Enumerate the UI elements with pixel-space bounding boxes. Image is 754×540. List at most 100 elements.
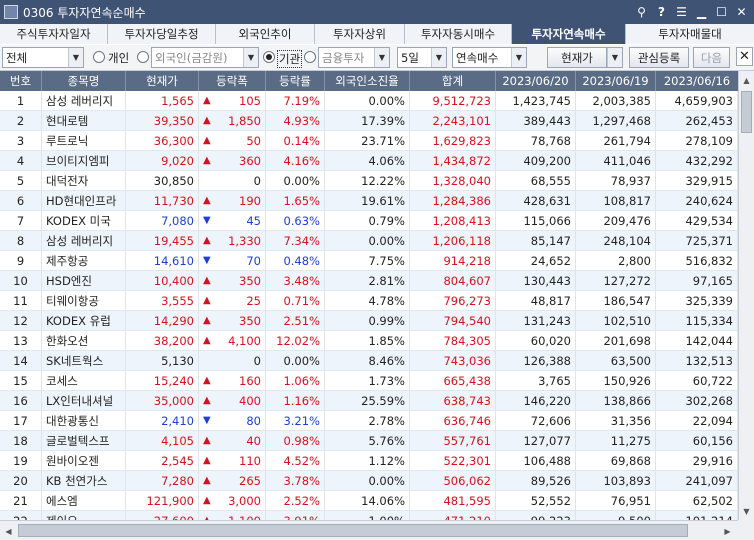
cell-d2: 1,297,468 <box>576 111 656 130</box>
price-button[interactable]: 현재가 <box>547 47 607 68</box>
table-row[interactable]: 22제이오27,600▲1,1003.91%1.00%471,21099,223… <box>0 511 738 520</box>
table-row[interactable]: 1 삼성 레버리지 1,565 ▲ 105 7.19% 0.00% 9,512,723 1,42… <box>0 91 738 111</box>
cell-d1: 130,443 <box>496 271 576 290</box>
cell-foreign: 17.39% <box>325 111 410 130</box>
close-icon[interactable]: ✕ <box>733 4 750 21</box>
institution-select[interactable]: 금융투자 ▼ <box>318 47 390 68</box>
up-triangle-icon: ▲ <box>203 435 211 446</box>
cell-change: ▲ 40 <box>199 431 266 450</box>
col-header-d2[interactable]: 2023/06/19 <box>576 71 656 91</box>
maximize-icon[interactable]: ☐ <box>713 4 730 21</box>
cell-sum: 506,062 <box>410 471 496 490</box>
minimize-icon[interactable]: ▁ <box>693 4 710 21</box>
cell-d1: 99,223 <box>496 511 576 520</box>
col-header-name[interactable]: 종목명 <box>42 71 126 91</box>
radio-institution[interactable] <box>263 51 275 63</box>
cell-d2: 201,698 <box>576 331 656 350</box>
horizontal-scrollbar[interactable]: ◀ ▶ <box>0 520 738 540</box>
tab-foreign-trend[interactable]: 외국인추이 <box>216 24 315 44</box>
price-dropdown[interactable]: ▼ <box>607 47 623 68</box>
table-row[interactable]: 4 브이티지엠피 9,020 ▲ 360 4.16% 4.06% 1,434,872 409,2… <box>0 151 738 171</box>
radio-individual[interactable] <box>93 51 105 63</box>
radio-foreign[interactable] <box>137 51 149 63</box>
cell-d2: 261,794 <box>576 131 656 150</box>
scroll-up-icon[interactable]: ▲ <box>739 72 754 88</box>
table-row[interactable]: 17 대한광통신 2,410 ▼ 80 3.21% 2.78% 636,746 72,606 31… <box>0 411 738 431</box>
change-value: 350 <box>239 273 261 288</box>
table-row[interactable]: 18 글로벌텍스프 4,105 ▲ 40 0.98% 5.76% 557,761 127,077… <box>0 431 738 451</box>
menu-icon[interactable]: ☰ <box>673 4 690 21</box>
cell-d1: 389,443 <box>496 111 576 130</box>
tab-simultaneous-buy[interactable]: 투자자동시매수 <box>405 24 512 44</box>
help-icon[interactable]: ? <box>653 4 670 21</box>
cell-name: 대덕전자 <box>42 171 126 190</box>
table-row[interactable]: 3 루트로닉 36,300 ▲ 50 0.14% 23.71% 1,629,823 78,768… <box>0 131 738 151</box>
col-header-rate[interactable]: 등락률 <box>266 71 325 91</box>
cell-rate: 4.16% <box>266 151 325 170</box>
cell-no: 2 <box>0 111 42 130</box>
tab-intraday-estimate[interactable]: 투자자당일추정 <box>108 24 216 44</box>
cell-foreign: 19.61% <box>325 191 410 210</box>
cell-name: 글로벌텍스프 <box>42 431 126 450</box>
col-header-d1[interactable]: 2023/06/20 <box>496 71 576 91</box>
col-header-no[interactable]: 번호 <box>0 71 42 91</box>
col-header-sum[interactable]: 합계 <box>410 71 496 91</box>
watchlist-button[interactable]: 관심등록 <box>629 47 689 68</box>
scroll-right-icon[interactable]: ▶ <box>720 523 735 539</box>
vertical-scrollbar[interactable]: ▲ ▼ <box>738 71 754 520</box>
table-row[interactable]: 11 티웨이항공 3,555 ▲ 25 0.71% 4.78% 796,273 48,817 18… <box>0 291 738 311</box>
market-select[interactable]: 전체 ▼ <box>2 47 84 68</box>
change-value: 1,850 <box>228 113 261 128</box>
scroll-left-icon[interactable]: ◀ <box>1 523 16 539</box>
cell-no: 17 <box>0 411 42 430</box>
cell-name: KODEX 유럽 <box>42 311 126 330</box>
next-button[interactable]: 다음 <box>693 47 730 68</box>
col-header-d3[interactable]: 2023/06/16 <box>656 71 738 91</box>
tab-consecutive-buy[interactable]: 투자자연속매수 <box>512 24 626 44</box>
col-header-change[interactable]: 등락폭 <box>199 71 266 91</box>
table-row[interactable]: 14 SK네트웍스 5,130 0 0.00% 8.46% 743,036 126,388 63… <box>0 351 738 371</box>
down-triangle-icon: ▼ <box>203 255 211 266</box>
col-header-price[interactable]: 현재가 <box>126 71 199 91</box>
tab-daily-investor[interactable]: 주식투자자일자 <box>0 24 108 44</box>
vertical-scroll-thumb[interactable] <box>741 91 752 133</box>
radio-institution-label: 기관 <box>277 50 303 68</box>
cell-no: 7 <box>0 211 42 230</box>
table-row[interactable]: 15 코세스 15,240 ▲ 160 1.06% 1.73% 665,438 3,765 150… <box>0 371 738 391</box>
change-value: 45 <box>246 213 261 228</box>
table-row[interactable]: 12 KODEX 유럽 14,290 ▲ 350 2.51% 0.99% 794,540 131… <box>0 311 738 331</box>
tab-investor-top[interactable]: 투자자상위 <box>315 24 405 44</box>
tab-supply-zone[interactable]: 투자자매물대 <box>626 24 754 44</box>
cell-change: ▲ 50 <box>199 131 266 150</box>
cell-rate: 0.98% <box>266 431 325 450</box>
table-row[interactable]: 21 에스엠 121,900 ▲ 3,000 2.52% 14.06% 481,595 52,5… <box>0 491 738 511</box>
table-row[interactable]: 7 KODEX 미국 7,080 ▼ 45 0.63% 0.79% 1,208,413 115,… <box>0 211 738 231</box>
days-select[interactable]: 5일 ▼ <box>397 47 447 68</box>
cell-d2: 138,866 <box>576 391 656 410</box>
table-row[interactable]: 5 대덕전자 30,850 0 0.00% 12.22% 1,328,040 68,555 78… <box>0 171 738 191</box>
table-row[interactable]: 6 HD현대인프라 11,730 ▲ 190 1.65% 19.61% 1,284,386 42… <box>0 191 738 211</box>
mode-select[interactable]: 연속매수 ▼ <box>452 47 527 68</box>
table-row[interactable]: 10 HSD엔진 10,400 ▲ 350 3.48% 2.81% 804,607 130,44… <box>0 271 738 291</box>
table-row[interactable]: 16 LX인터내셔널 35,000 ▲ 400 1.16% 25.59% 638,743 146… <box>0 391 738 411</box>
table-row[interactable]: 8 삼성 레버리지 19,455 ▲ 1,330 7.34% 0.00% 1,206,118 8… <box>0 231 738 251</box>
close-x-icon[interactable]: ✕ <box>736 47 753 66</box>
table-row[interactable]: 2 현대로템 39,350 ▲ 1,850 4.93% 17.39% 2,243,101 389… <box>0 111 738 131</box>
scroll-down-icon[interactable]: ▼ <box>739 503 754 519</box>
cell-d3: 302,268 <box>656 391 738 410</box>
horizontal-scroll-thumb[interactable] <box>18 524 688 537</box>
cell-no: 1 <box>0 91 42 110</box>
foreign-select[interactable]: 외국인(금감원) ▼ <box>151 47 259 68</box>
cell-no: 21 <box>0 491 42 510</box>
cell-d3: 132,513 <box>656 351 738 370</box>
cell-price: 4,105 <box>126 431 199 450</box>
col-header-foreign[interactable]: 외국인소진율 <box>325 71 410 91</box>
table-row[interactable]: 13 한화오션 38,200 ▲ 4,100 12.02% 1.85% 784,305 60,0… <box>0 331 738 351</box>
radio-finance[interactable] <box>304 51 316 63</box>
cell-name: HD현대인프라 <box>42 191 126 210</box>
pin-icon[interactable]: ⚲ <box>633 4 650 21</box>
table-row[interactable]: 20 KB 천연가스 7,280 ▲ 265 3.78% 0.00% 506,062 89,52… <box>0 471 738 491</box>
cell-d3: 325,339 <box>656 291 738 310</box>
table-row[interactable]: 19 원바이오젠 2,545 ▲ 110 4.52% 1.12% 522,301 106,488… <box>0 451 738 471</box>
table-row[interactable]: 9 제주항공 14,610 ▼ 70 0.48% 7.75% 914,218 24,652 2,8… <box>0 251 738 271</box>
